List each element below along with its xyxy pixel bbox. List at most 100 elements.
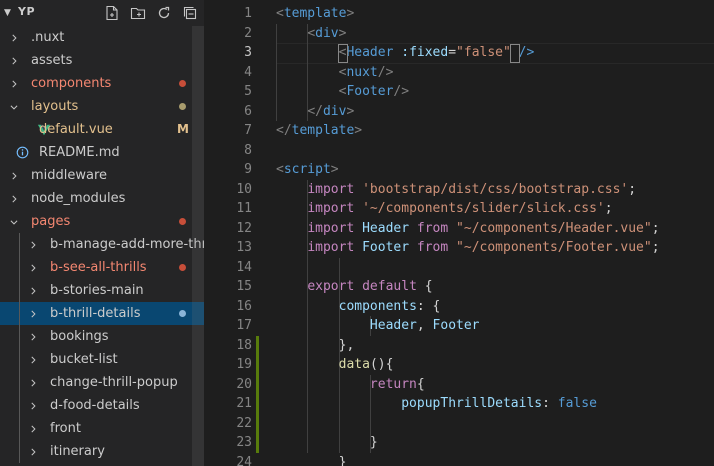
- code-editor[interactable]: 1 <template> 2 <div> 3 <Header :fixed="fals…: [204, 0, 714, 466]
- new-file-button[interactable]: [102, 4, 122, 22]
- code-line[interactable]: <div>: [276, 24, 346, 44]
- code-token: }: [276, 435, 378, 450]
- code-token: >: [338, 25, 347, 41]
- code-line[interactable]: </div>: [276, 102, 354, 122]
- code-line[interactable]: popupThrillDetails: false: [276, 394, 597, 414]
- code-token: default: [362, 279, 417, 294]
- tree-folder-b-manage-add-more-thrills[interactable]: b-manage-add-more-thrills: [0, 233, 204, 256]
- tree-folder-assets[interactable]: assets: [0, 49, 204, 72]
- line-number: 12: [236, 220, 252, 236]
- tree-item-label: default.vue: [39, 122, 113, 137]
- chevron-right-icon: [9, 49, 19, 72]
- info-icon: [16, 146, 29, 159]
- tree-folder-nuxt[interactable]: .nuxt: [0, 26, 204, 49]
- sidebar-scrollbar[interactable]: [192, 26, 204, 466]
- tree-item-label: front: [50, 421, 81, 436]
- tree-folder-front[interactable]: front: [0, 417, 204, 440]
- tree-folder-b-stories-main[interactable]: b-stories-main: [0, 279, 204, 302]
- code-line[interactable]: <Header :fixed="false" />: [276, 43, 535, 63]
- code-line[interactable]: </template>: [276, 121, 362, 141]
- code-token: data: [338, 357, 370, 372]
- line-number: 15: [236, 279, 252, 294]
- code-token: div: [315, 25, 339, 41]
- refresh-button[interactable]: [154, 4, 174, 22]
- code-token: =: [448, 45, 457, 60]
- explorer-header: ▼ YP: [0, 0, 204, 26]
- line-number: 9: [244, 162, 252, 177]
- tree-folder-middleware[interactable]: middleware: [0, 164, 204, 187]
- code-line[interactable]: return{: [276, 375, 425, 395]
- tree-file-readme-md[interactable]: README.md: [0, 141, 204, 164]
- code-token: >: [330, 162, 339, 177]
- tree-folder-bookings[interactable]: bookings: [0, 325, 204, 348]
- code-line[interactable]: <script>: [276, 160, 339, 180]
- code-token: Footer: [362, 240, 410, 255]
- tree-folder-change-thrill-popup[interactable]: change-thrill-popup: [0, 371, 204, 394]
- code-token: Header: [369, 318, 417, 333]
- code-line[interactable]: Header, Footer: [276, 316, 480, 336]
- code-line[interactable]: }: [276, 453, 347, 466]
- new-folder-icon: [130, 7, 146, 20]
- code-line[interactable]: export default {: [276, 277, 433, 297]
- tree-file-default-vue[interactable]: default.vue M: [0, 118, 204, 141]
- line-number: 16: [236, 298, 252, 314]
- code-token: ;: [651, 240, 660, 255]
- code-token: popupThrillDetails: [401, 396, 543, 411]
- line-number: 24: [236, 454, 252, 466]
- line-number: 5: [244, 84, 252, 99]
- code-line[interactable]: data(){: [276, 355, 394, 375]
- new-folder-button[interactable]: [128, 4, 148, 22]
- tree-folder-d-food-details[interactable]: d-food-details: [0, 394, 204, 417]
- tree-item-label: middleware: [31, 168, 108, 183]
- chevron-right-icon: [28, 256, 38, 279]
- code-line[interactable]: import Header from "~/components/Header.…: [276, 219, 659, 239]
- refresh-icon: [158, 6, 170, 19]
- tree-folder-layouts[interactable]: layouts: [0, 95, 204, 118]
- code-token: false: [557, 396, 597, 411]
- tree-folder-node-modules[interactable]: node_modules: [0, 187, 204, 210]
- tree-folder-b-see-all-thrills[interactable]: b-see-all-thrills: [0, 256, 204, 279]
- workspace-title-label: YP: [18, 5, 36, 18]
- bracket-match-highlight: [337, 44, 348, 63]
- tree-folder-bucket-list[interactable]: bucket-list: [0, 348, 204, 371]
- code-line[interactable]: import Footer from "~/components/Footer.…: [276, 238, 660, 258]
- explorer-sidebar: ▼ YP .nuxt assets components layouts default.…: [0, 0, 204, 466]
- status-dot: [179, 218, 186, 225]
- code-line[interactable]: },: [276, 336, 355, 356]
- code-line[interactable]: }: [276, 433, 378, 453]
- code-token: import: [307, 181, 355, 197]
- line-number: 7: [244, 123, 252, 138]
- code-token: template: [283, 6, 347, 21]
- code-token: (){: [369, 357, 394, 372]
- code-token: {: [416, 279, 433, 294]
- tree-folder-itinerary[interactable]: itinerary: [0, 440, 204, 463]
- code-line[interactable]: components: {: [276, 297, 441, 317]
- chevron-down-icon: [9, 95, 19, 118]
- code-token: '~/components/slider/slick.css': [362, 201, 605, 216]
- git-change-bar[interactable]: [256, 335, 259, 453]
- code-token: </: [276, 123, 292, 138]
- line-number: 8: [244, 142, 252, 158]
- tree-item-label: assets: [31, 53, 73, 68]
- tree-folder-pages[interactable]: pages: [0, 210, 204, 233]
- workspace-title[interactable]: ▼ YP: [4, 5, 35, 18]
- code-line[interactable]: import 'bootstrap/dist/css/bootstrap.css…: [276, 180, 636, 200]
- code-line[interactable]: <nuxt/>: [276, 63, 394, 83]
- collapse-all-button[interactable]: [180, 4, 200, 22]
- code-token: script: [283, 162, 331, 177]
- code-line[interactable]: import '~/components/slider/slick.css';: [276, 199, 612, 219]
- code-line[interactable]: <Footer/>: [276, 82, 409, 102]
- code-line[interactable]: <template>: [276, 4, 354, 24]
- code-token: }: [276, 454, 347, 466]
- tree-item-label: itinerary: [50, 444, 105, 459]
- code-token: >: [346, 6, 355, 21]
- tree-folder-b-thrill-details[interactable]: b-thrill-details: [0, 302, 204, 325]
- tree-folder-components[interactable]: components: [0, 72, 204, 95]
